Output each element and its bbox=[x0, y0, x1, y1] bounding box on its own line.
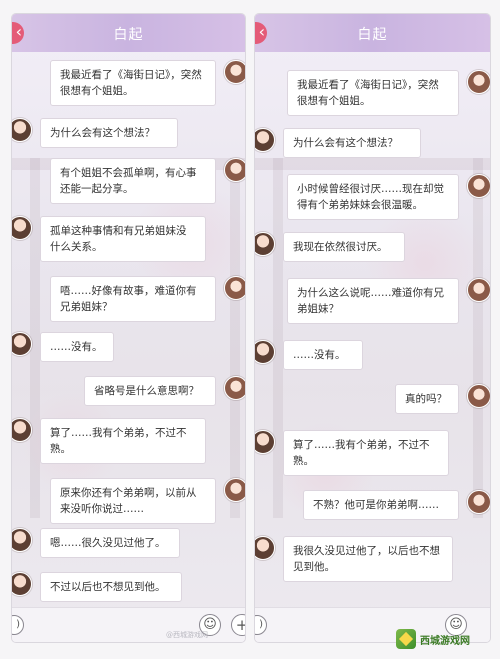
message-bubble: 省略号是什么意思啊？ bbox=[84, 376, 216, 406]
voice-icon[interactable]: ) bbox=[255, 615, 267, 635]
avatar-bai-qi[interactable] bbox=[255, 232, 275, 256]
message-row-me: 原来你还有个弟弟啊，以前从来没听你说过…… bbox=[50, 478, 245, 524]
message-row-me: 省略号是什么意思啊？ bbox=[84, 376, 245, 406]
avatar-me[interactable] bbox=[224, 158, 245, 182]
message-bubble: 为什么会有这个想法？ bbox=[40, 118, 178, 148]
avatar-me[interactable] bbox=[467, 70, 490, 94]
message-bubble: 小时候曾经很讨厌……现在却觉得有个弟弟妹妹会很温暖。 bbox=[287, 174, 459, 220]
message-row-him: 算了……我有个弟弟，不过不熟。 bbox=[255, 430, 449, 476]
avatar-me[interactable] bbox=[467, 174, 490, 198]
message-row-him: 我现在依然很讨厌。 bbox=[255, 232, 405, 262]
message-bubble: ……没有。 bbox=[40, 332, 114, 362]
avatar-me[interactable] bbox=[467, 490, 490, 514]
message-bubble: 我最近看了《海街日记》，突然很想有个姐姐。 bbox=[287, 70, 459, 116]
message-row-me: 真的吗？ bbox=[395, 384, 490, 414]
avatar-bai-qi[interactable] bbox=[12, 118, 32, 142]
message-row-me: 为什么这么说呢……难道你有兄弟姐妹？ bbox=[287, 278, 490, 324]
message-bubble: 嗯……很久没见过他了。 bbox=[40, 528, 180, 558]
avatar-me[interactable] bbox=[467, 278, 490, 302]
chat-header: ‹ 白起 bbox=[12, 14, 245, 52]
avatar-me[interactable] bbox=[224, 376, 245, 400]
message-bubble: 我很久没见过他了，以后也不想见到他。 bbox=[283, 536, 453, 582]
avatar-bai-qi[interactable] bbox=[255, 536, 275, 560]
site-watermark: 西城游戏网 bbox=[396, 628, 486, 650]
avatar-bai-qi[interactable] bbox=[12, 528, 32, 552]
chat-title: 白起 bbox=[113, 27, 144, 43]
message-row-me: 有个姐姐不会孤单啊，有心事还能一起分享。 bbox=[50, 158, 245, 204]
message-bubble: 为什么会有这个想法？ bbox=[283, 128, 421, 158]
message-bubble: 为什么这么说呢……难道你有兄弟姐妹？ bbox=[287, 278, 459, 324]
message-row-him: 嗯……很久没见过他了。 bbox=[12, 528, 180, 558]
avatar-bai-qi[interactable] bbox=[12, 216, 32, 240]
voice-icon[interactable]: ) bbox=[12, 615, 24, 635]
message-row-him: ……没有。 bbox=[255, 340, 363, 370]
message-bubble: 我现在依然很讨厌。 bbox=[283, 232, 405, 262]
message-bubble: 我最近看了《海街日记》，突然很想有个姐姐。 bbox=[50, 60, 216, 106]
message-row-me: 我最近看了《海街日记》，突然很想有个姐姐。 bbox=[287, 70, 490, 116]
chat-title: 白起 bbox=[357, 27, 388, 43]
avatar-me[interactable] bbox=[467, 384, 490, 408]
message-row-him: ……没有。 bbox=[12, 332, 114, 362]
avatar-me[interactable] bbox=[224, 276, 245, 300]
chat-panel-right: ‹ 白起 我最近看了《海街日记》，突然很想有个姐姐。 为什么会有这个想法？ 小时… bbox=[255, 14, 490, 642]
input-bar: ) ☺ + bbox=[12, 607, 245, 642]
avatar-me[interactable] bbox=[224, 60, 245, 84]
avatar-bai-qi[interactable] bbox=[12, 418, 32, 442]
avatar-bai-qi[interactable] bbox=[255, 340, 275, 364]
message-row-him: 为什么会有这个想法？ bbox=[12, 118, 178, 148]
message-row-me: 唔……好像有故事，难道你有兄弟姐妹？ bbox=[50, 276, 245, 322]
message-row-him: 算了……我有个弟弟，不过不熟。 bbox=[12, 418, 206, 464]
site-name: 西城游戏网 bbox=[420, 635, 470, 647]
message-row-him: 不过以后也不想见到他。 bbox=[12, 572, 182, 602]
message-bubble: 原来你还有个弟弟啊，以前从来没听你说过…… bbox=[50, 478, 216, 524]
chat-header: ‹ 白起 bbox=[255, 14, 490, 52]
message-bubble: 唔……好像有故事，难道你有兄弟姐妹？ bbox=[50, 276, 216, 322]
message-row-him: 为什么会有这个想法？ bbox=[255, 128, 421, 158]
screenshot-collage: ‹ 白起 我最近看了《海街日记》，突然很想有个姐姐。 为什么会有这个想法？ 有个… bbox=[0, 0, 500, 659]
avatar-bai-qi[interactable] bbox=[12, 572, 32, 596]
message-bubble: 算了……我有个弟弟，不过不熟。 bbox=[40, 418, 206, 464]
message-row-me: 小时候曾经很讨厌……现在却觉得有个弟弟妹妹会很温暖。 bbox=[287, 174, 490, 220]
chat-panel-left: ‹ 白起 我最近看了《海街日记》，突然很想有个姐姐。 为什么会有这个想法？ 有个… bbox=[12, 14, 245, 642]
message-bubble: 不熟？他可是你弟弟啊…… bbox=[303, 490, 459, 520]
message-bubble: 算了……我有个弟弟，不过不熟。 bbox=[283, 430, 449, 476]
avatar-bai-qi[interactable] bbox=[12, 332, 32, 356]
plus-icon[interactable]: + bbox=[231, 614, 245, 636]
avatar-me[interactable] bbox=[224, 478, 245, 502]
message-row-me: 不熟？他可是你弟弟啊…… bbox=[303, 490, 490, 520]
message-row-him: 孤单这种事情和有兄弟姐妹没什么关系。 bbox=[12, 216, 206, 262]
message-bubble: ……没有。 bbox=[283, 340, 363, 370]
message-row-him: 我很久没见过他了，以后也不想见到他。 bbox=[255, 536, 453, 582]
message-bubble: 有个姐姐不会孤单啊，有心事还能一起分享。 bbox=[50, 158, 216, 204]
site-logo-icon bbox=[396, 629, 416, 649]
message-bubble: 孤单这种事情和有兄弟姐妹没什么关系。 bbox=[40, 216, 206, 262]
message-row-me: 我最近看了《海街日记》，突然很想有个姐姐。 bbox=[50, 60, 245, 106]
message-bubble: 不过以后也不想见到他。 bbox=[40, 572, 182, 602]
avatar-bai-qi[interactable] bbox=[255, 128, 275, 152]
watermark-caption: @西城游戏网 bbox=[166, 631, 208, 639]
avatar-bai-qi[interactable] bbox=[255, 430, 275, 454]
message-bubble: 真的吗？ bbox=[395, 384, 459, 414]
